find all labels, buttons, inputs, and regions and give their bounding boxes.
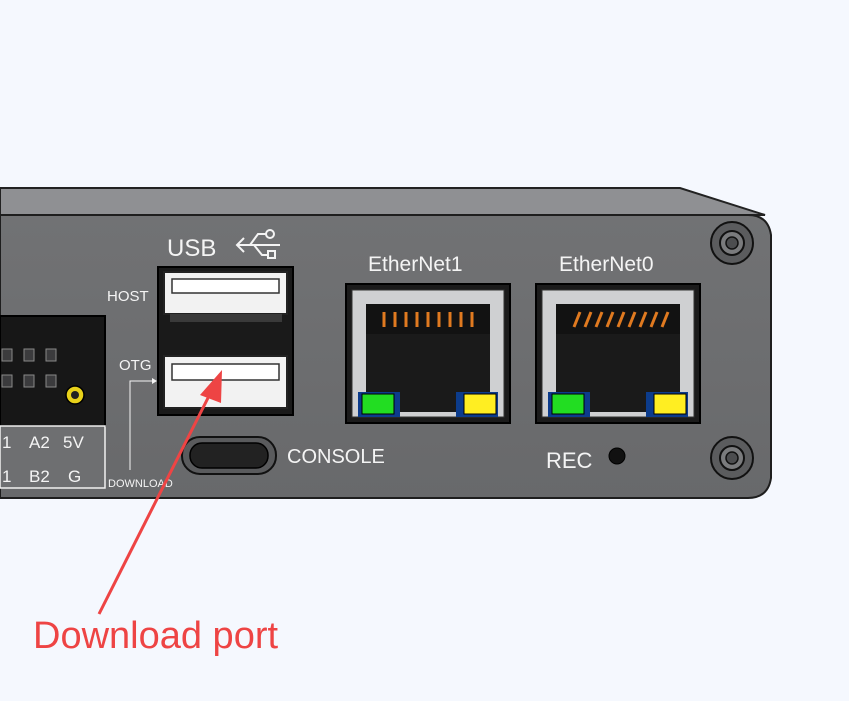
terminal-label-b2: B2 bbox=[29, 467, 50, 486]
usb-port-stack bbox=[157, 266, 294, 416]
usb-label: USB bbox=[167, 235, 216, 262]
terminal-label-a2: A2 bbox=[29, 433, 50, 452]
otg-label: OTG bbox=[119, 357, 152, 374]
screw-bottom-icon bbox=[710, 436, 754, 480]
terminal-label-5v: 5V bbox=[63, 433, 84, 452]
device-top-edge bbox=[0, 187, 766, 216]
terminal-label-g: G bbox=[68, 467, 81, 486]
console-label: CONSOLE bbox=[287, 446, 385, 468]
rec-label: REC bbox=[546, 448, 593, 473]
terminal-label-1b: 1 bbox=[2, 467, 11, 486]
screw-top-icon bbox=[710, 221, 754, 265]
ethernet1-label: EtherNet1 bbox=[368, 253, 463, 276]
rec-button-hole bbox=[608, 447, 626, 465]
terminal-label-1: 1 bbox=[2, 433, 11, 452]
ethernet0-label: EtherNet0 bbox=[559, 253, 654, 276]
console-usbc-port bbox=[181, 436, 277, 475]
annotation-text: Download port bbox=[33, 615, 278, 657]
host-label: HOST bbox=[107, 288, 149, 305]
ethernet1-port bbox=[345, 283, 511, 424]
terminal-block bbox=[0, 315, 106, 489]
ethernet0-port bbox=[535, 283, 701, 424]
device-illustration: 1 A2 5V 1 B2 G USB HOST OTG DOWNLOAD CON… bbox=[0, 187, 772, 657]
diagram-stage: 1 A2 5V 1 B2 G USB HOST OTG DOWNLOAD CON… bbox=[0, 0, 849, 696]
